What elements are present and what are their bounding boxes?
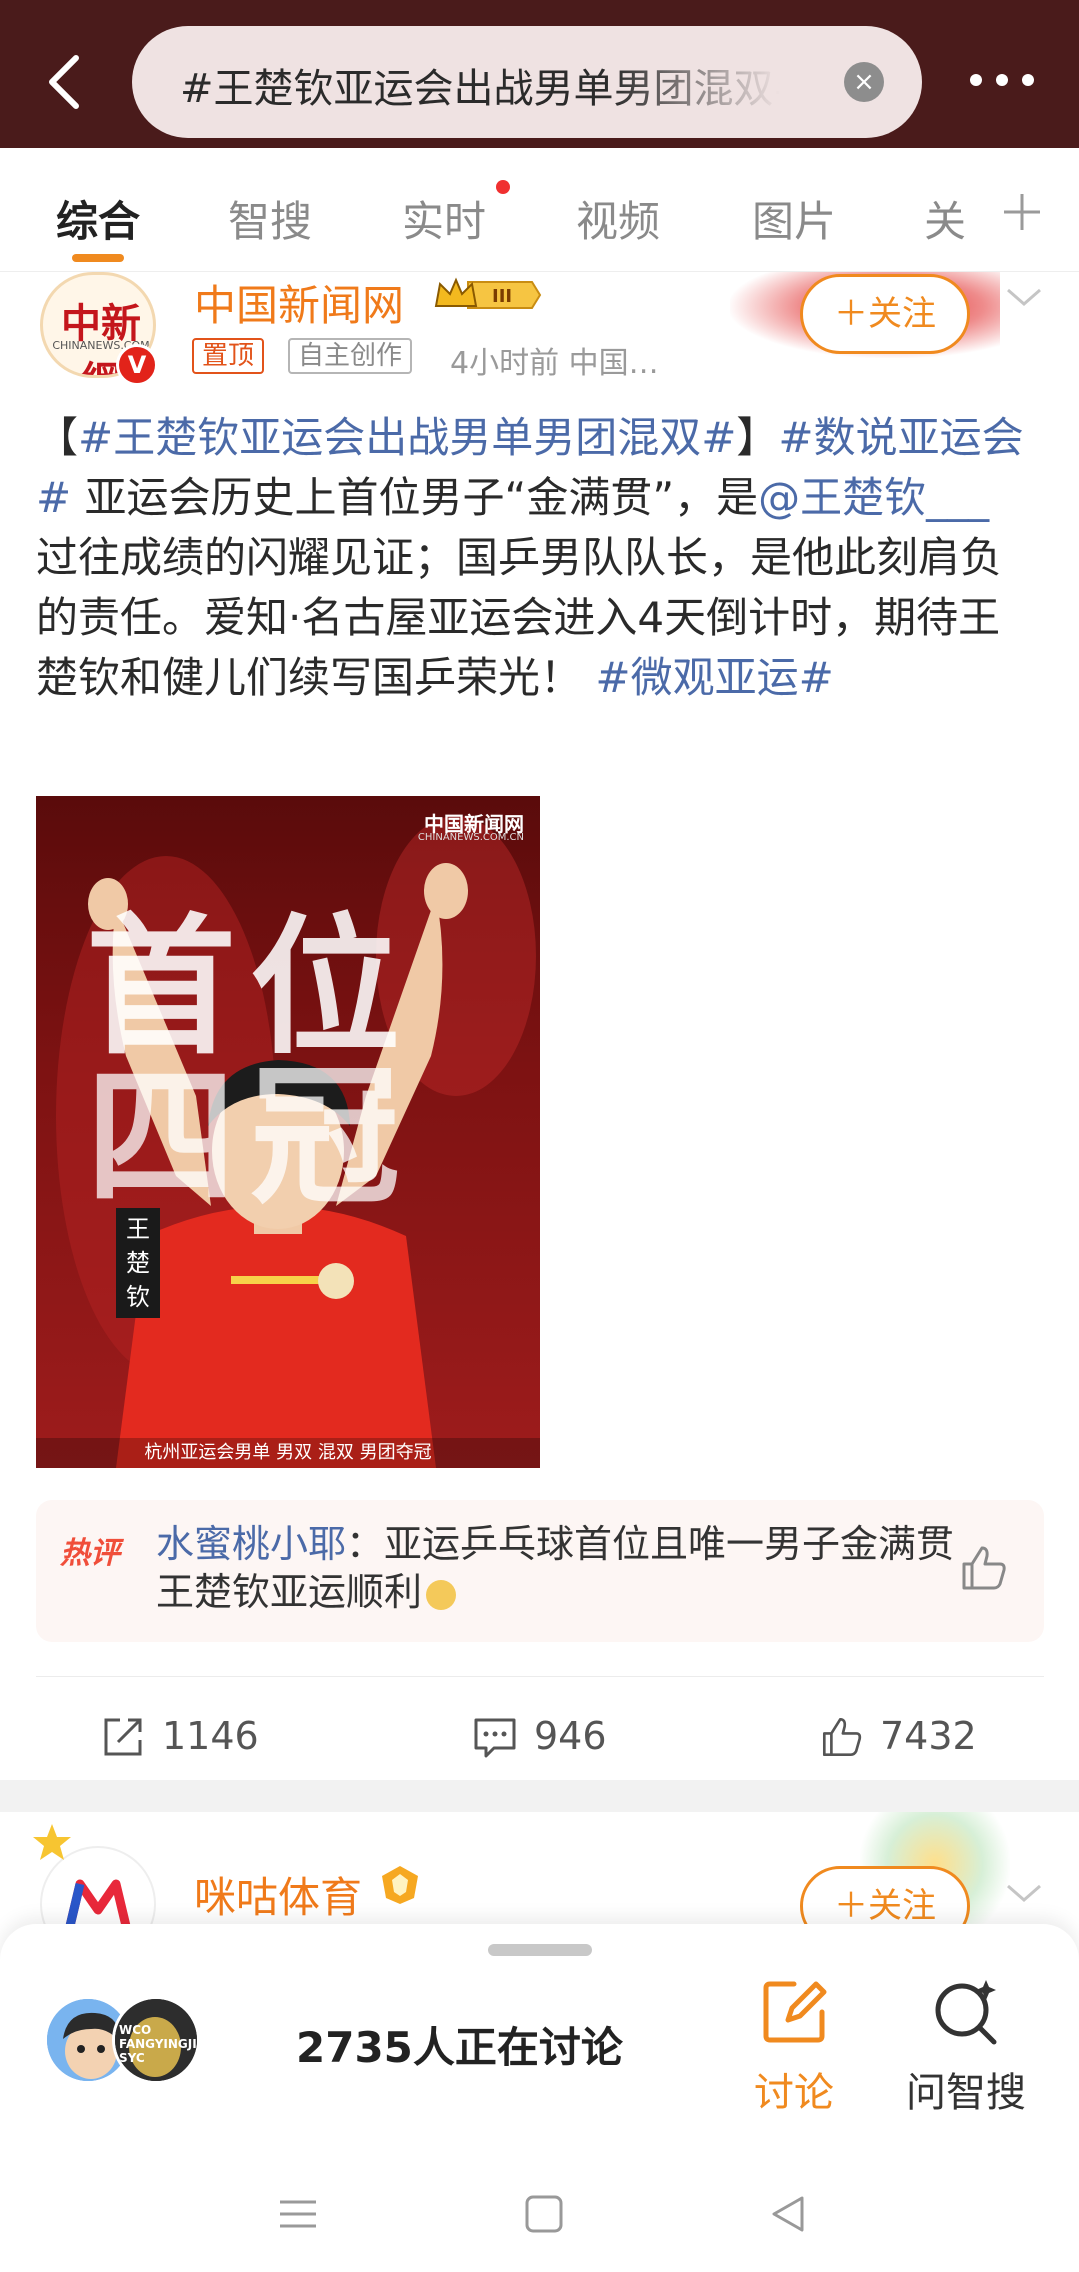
crown-level-icon: III	[432, 274, 544, 316]
share-icon	[104, 1718, 142, 1756]
thumbs-up-icon	[822, 1717, 862, 1757]
player-name-label: 王楚钦	[116, 1208, 160, 1318]
discuss-label: 讨论	[754, 2070, 834, 2116]
original-tag: 自主创作	[288, 338, 413, 374]
follow-button[interactable]: ＋关注	[800, 274, 970, 354]
tab-smart-search[interactable]: 智搜	[228, 188, 312, 249]
post-username[interactable]: 中国新闻网	[194, 272, 404, 333]
comment-count: 946	[534, 1714, 607, 1758]
topic-link[interactable]: #微观亚运#	[595, 653, 833, 702]
pinned-tag: 置顶	[192, 338, 265, 374]
weibo-search-page: #王楚钦亚运会出战男单男团混双# × 综合 智搜 实时 视频 图片 关 中新網 …	[0, 0, 1079, 2272]
comment-button[interactable]: 946	[472, 1708, 672, 1768]
hot-comment-text: 水蜜桃小耶：亚运乒乓球首位且唯一男子金满贯王楚钦亚运顺利	[156, 1520, 956, 1616]
mention-link[interactable]: @王楚钦___	[758, 473, 989, 522]
tab-follow[interactable]: 关	[924, 188, 966, 249]
text-bracket: 【	[36, 413, 79, 462]
topic-link[interactable]: #王楚钦亚运会出战男单男团混双#	[78, 413, 736, 462]
post-card: 中新網 CHINANEWS.COM V 中国新闻网 III 置顶 自主创作 4小…	[0, 272, 1079, 1780]
verified-badge: V	[116, 344, 158, 386]
photo-headline-line2: 四冠	[86, 1049, 415, 1225]
more-dots-icon	[970, 74, 1034, 86]
emoji-icon	[426, 1579, 457, 1610]
discuss-button[interactable]: 讨论	[734, 1976, 854, 2116]
repost-button[interactable]: 1146	[100, 1708, 300, 1768]
clear-search-button[interactable]: ×	[844, 62, 884, 102]
participant-avatar: WCO FANGYINGJI SYC	[112, 1996, 200, 2084]
hot-comment[interactable]: 热评 水蜜桃小耶：亚运乒乓球首位且唯一男子金满贯王楚钦亚运顺利	[36, 1500, 1044, 1642]
discussion-count: 2735人正在讨论	[296, 2023, 623, 2072]
system-back-button[interactable]	[768, 2194, 808, 2238]
photo-brand-sub: CHINANEWS.COM.CN	[417, 832, 524, 843]
tab-bar: 综合 智搜 实时 视频 图片 关	[0, 148, 1079, 272]
hot-comment-label: 热评	[60, 1536, 120, 1571]
text-bracket: 】	[736, 413, 779, 462]
medal-icon	[378, 1862, 422, 1906]
comment-icon	[474, 1718, 516, 1758]
post-body: 过往成绩的闪耀见证；国乒男队队长，是他此刻肩负的责任。爱知·名古屋亚运会进入4天…	[36, 533, 1003, 702]
search-query[interactable]: #王楚钦亚运会出战男单男团混双#	[180, 56, 780, 114]
ask-label: 问智搜	[906, 2070, 1026, 2116]
back-arrow-icon	[49, 55, 79, 109]
sheet-handle[interactable]	[488, 1944, 592, 1956]
more-options-button[interactable]	[962, 60, 1042, 100]
plus-icon	[1004, 194, 1040, 230]
menu-icon	[280, 2200, 316, 2228]
post-image[interactable]: 中国新闻网 CHINANEWS.COM.CN 首位 四冠 王楚钦 杭州亚运会男单…	[36, 796, 540, 1468]
post2-username[interactable]: 咪咕体育	[194, 1864, 362, 1925]
tab-realtime[interactable]: 实时	[402, 188, 486, 249]
tab-images[interactable]: 图片	[752, 188, 836, 249]
divider	[36, 1676, 1044, 1677]
search-box[interactable]: #王楚钦亚运会出战男单男团混双# ×	[132, 26, 922, 138]
edit-icon	[763, 1981, 827, 2043]
system-nav-bar	[0, 2160, 1079, 2272]
comment-separator: ：	[346, 1522, 385, 1566]
active-tab-indicator	[72, 254, 124, 262]
avatar-overlay-text: WCO FANGYINGJI SYC	[119, 2023, 197, 2065]
post-meta: 4小时前 中国…	[450, 346, 659, 381]
comment-username[interactable]: 水蜜桃小耶	[156, 1522, 346, 1566]
home-button[interactable]	[524, 2194, 564, 2238]
photo-caption: 杭州亚运会男单 男双 混双 男团夺冠	[36, 1438, 540, 1468]
like-button[interactable]: 7432	[818, 1708, 1038, 1768]
star-decoration-icon	[33, 1824, 71, 1860]
chevron-down-icon[interactable]	[1004, 282, 1044, 312]
recent-apps-button[interactable]	[278, 2194, 318, 2238]
smart-search-icon	[935, 1980, 997, 2045]
new-dot-badge	[496, 180, 510, 194]
post-body: 亚运会历史上首位男子“金满贯”，是	[71, 473, 759, 522]
ask-smart-search-button[interactable]: 问智搜	[896, 1976, 1036, 2116]
add-tab-button[interactable]	[1002, 192, 1042, 232]
level-badge-text: III	[492, 286, 512, 307]
like-count: 7432	[880, 1714, 977, 1758]
chevron-down-icon[interactable]	[1004, 1878, 1044, 1908]
repost-count: 1146	[162, 1714, 259, 1758]
thumbs-up-icon	[962, 1546, 1006, 1590]
tab-overall[interactable]: 综合	[56, 188, 140, 249]
tab-video[interactable]: 视频	[576, 188, 660, 249]
back-triangle-icon	[772, 2196, 804, 2232]
comment-like-button[interactable]	[958, 1542, 1010, 1594]
home-square-icon	[525, 2195, 563, 2233]
top-bar: #王楚钦亚运会出战男单男团混双# ×	[0, 0, 1079, 148]
back-button[interactable]	[40, 50, 92, 114]
post-text: 【#王楚钦亚运会出战男单男团混双#】#数说亚运会# 亚运会历史上首位男子“金满贯…	[36, 408, 1036, 708]
